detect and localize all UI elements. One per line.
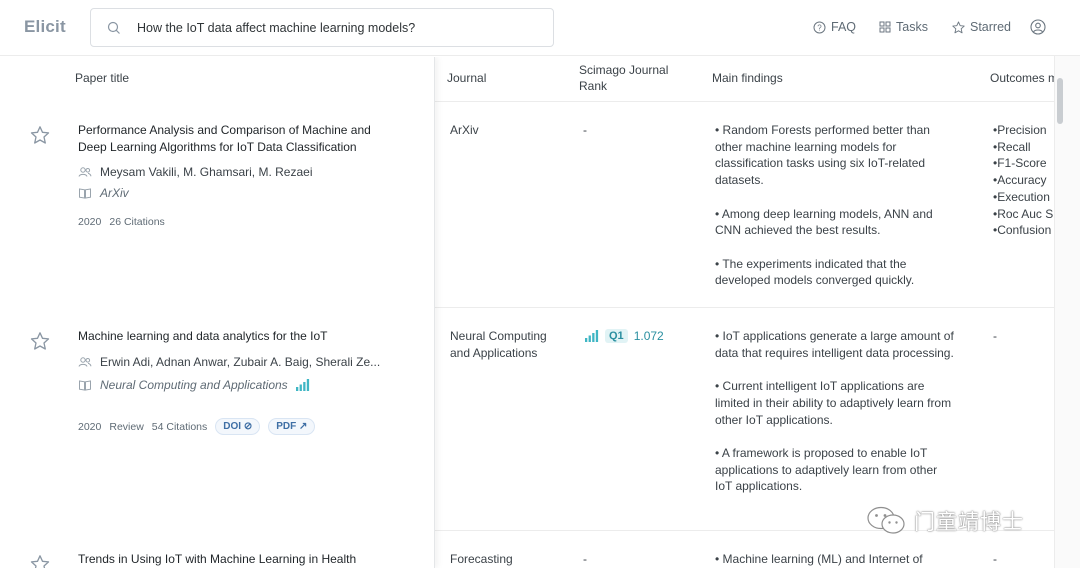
search-icon bbox=[107, 21, 120, 34]
finding-item: • IoT applications generate a large amou… bbox=[715, 329, 954, 360]
paper-venue: Neural Computing and Applications bbox=[78, 378, 310, 392]
watermark: 门童靖博士 bbox=[866, 506, 1024, 536]
citations[interactable]: 54 Citations bbox=[152, 421, 207, 433]
paper-authors: Meysam Vakili, M. Ghamsari, M. Rezaei bbox=[78, 165, 313, 179]
star-icon[interactable] bbox=[30, 125, 50, 145]
year: 2020 bbox=[78, 216, 102, 228]
quartile-badge: Q1 bbox=[605, 329, 628, 343]
search-input[interactable]: How the IoT data affect machine learning… bbox=[137, 21, 415, 35]
grid-icon bbox=[879, 21, 891, 33]
users-icon bbox=[78, 167, 92, 177]
doi-label: DOI bbox=[223, 421, 242, 432]
outcome-item: •Execution bbox=[993, 189, 1050, 204]
citations[interactable]: 26 Citations bbox=[109, 216, 164, 228]
vertical-scrollbar[interactable] bbox=[1054, 56, 1080, 568]
faq-label: FAQ bbox=[831, 20, 857, 34]
col-header-rank[interactable]: Scimago Journal Rank bbox=[579, 62, 668, 94]
results-table: Paper title Journal Scimago Journal Rank… bbox=[4, 57, 1054, 568]
venue-text[interactable]: Neural Computing and Applications bbox=[100, 378, 288, 392]
findings-cell: • Random Forests performed better than o… bbox=[715, 122, 955, 306]
faq-link[interactable]: ? FAQ bbox=[813, 20, 856, 34]
rank-cell: Q1 1.072 bbox=[585, 329, 664, 343]
journal-cell: Neural Computing and Applications bbox=[450, 329, 547, 360]
book-icon bbox=[79, 380, 91, 391]
year: 2020 bbox=[78, 420, 102, 433]
paper-stats: 2020 26 Citations bbox=[78, 216, 165, 228]
col-header-rank-line2: Rank bbox=[579, 79, 608, 93]
star-icon[interactable] bbox=[30, 331, 50, 351]
finding-item: • A framework is proposed to enable IoT … bbox=[715, 445, 938, 494]
pdf-label: PDF bbox=[276, 421, 297, 432]
paper-title[interactable]: Trends in Using IoT with Machine Learnin… bbox=[78, 551, 398, 568]
external-link-icon: ↗ bbox=[298, 421, 308, 432]
outcome-item: •Accuracy bbox=[993, 173, 1047, 188]
finding-item: • Among deep learning models, ANN and CN… bbox=[715, 206, 933, 238]
link-icon: ⊘ bbox=[243, 421, 253, 432]
rank-cell: - bbox=[583, 552, 587, 566]
journal-cell: ArXiv bbox=[450, 123, 479, 137]
paper-authors: Erwin Adi, Adnan Anwar, Zubair A. Baig, … bbox=[78, 355, 380, 369]
rank-value: 1.072 bbox=[633, 329, 664, 343]
finding-item: • Random Forests performed better than o… bbox=[715, 123, 930, 188]
star-icon[interactable] bbox=[30, 554, 50, 568]
book-icon bbox=[79, 188, 91, 199]
doi-button[interactable]: DOI ⊘ bbox=[215, 418, 261, 435]
tasks-link[interactable]: Tasks bbox=[879, 20, 928, 34]
outcome-item: •Precision bbox=[993, 123, 1047, 137]
app-logo[interactable]: Elicit bbox=[24, 17, 66, 37]
outcomes-cell: - bbox=[993, 552, 997, 566]
outcome-item: •Confusion bbox=[993, 223, 1052, 238]
col-header-rank-line1: Scimago Journal bbox=[579, 63, 669, 77]
paper-venue: ArXiv bbox=[78, 186, 129, 200]
user-avatar-icon[interactable] bbox=[1030, 19, 1046, 35]
venue-text[interactable]: ArXiv bbox=[100, 186, 129, 200]
authors-text: Meysam Vakili, M. Ghamsari, M. Rezaei bbox=[100, 165, 313, 179]
col-header-paper-title[interactable]: Paper title bbox=[75, 70, 129, 86]
star-icon bbox=[952, 21, 965, 33]
col-header-findings[interactable]: Main findings bbox=[712, 70, 783, 86]
help-circle-icon: ? bbox=[813, 21, 826, 33]
signal-bars-icon bbox=[585, 330, 599, 342]
outcomes-cell: •Precision •Recall •F1-Score •Accuracy •… bbox=[993, 122, 1054, 239]
finding-item: • Current intelligent IoT applications a… bbox=[715, 379, 952, 427]
authors-text: Erwin Adi, Adnan Anwar, Zubair A. Baig, … bbox=[100, 355, 381, 369]
outcome-item: •Recall bbox=[993, 139, 1031, 154]
outcome-item: •Roc Auc S bbox=[993, 206, 1054, 221]
findings-cell: • IoT applications generate a large amou… bbox=[715, 328, 955, 512]
svg-text:?: ? bbox=[817, 23, 822, 32]
outcomes-cell: - bbox=[993, 329, 997, 343]
signal-bars-icon bbox=[295, 379, 309, 391]
col-header-outcomes[interactable]: Outcomes m bbox=[990, 70, 1054, 86]
paper-stats: 2020 Review 54 Citations DOI ⊘ PDF ↗ bbox=[78, 418, 316, 435]
pdf-button[interactable]: PDF ↗ bbox=[268, 418, 316, 435]
paper-title[interactable]: Performance Analysis and Comparison of M… bbox=[78, 122, 398, 156]
finding-item: • The experiments indicated that the dev… bbox=[715, 256, 915, 288]
paper-title[interactable]: Machine learning and data analytics for … bbox=[78, 328, 398, 345]
journal-cell: Forecasting bbox=[450, 552, 513, 566]
col-header-journal[interactable]: Journal bbox=[447, 70, 486, 86]
search-box[interactable]: How the IoT data affect machine learning… bbox=[90, 8, 554, 47]
starred-label: Starred bbox=[970, 20, 1011, 34]
watermark-text: 门童靖博士 bbox=[914, 511, 1024, 534]
rank-cell: - bbox=[583, 123, 587, 137]
paper-type: Review bbox=[109, 420, 144, 433]
users-icon bbox=[78, 357, 92, 367]
tasks-label: Tasks bbox=[896, 20, 928, 34]
wechat-logo-icon bbox=[867, 506, 905, 534]
starred-link[interactable]: Starred bbox=[952, 20, 1011, 34]
findings-cell: • Machine learning (ML) and Internet of bbox=[715, 552, 923, 566]
scrollbar-thumb[interactable] bbox=[1057, 78, 1063, 124]
outcome-item: •F1-Score bbox=[993, 156, 1047, 171]
top-bar: Elicit How the IoT data affect machine l… bbox=[0, 0, 1080, 56]
